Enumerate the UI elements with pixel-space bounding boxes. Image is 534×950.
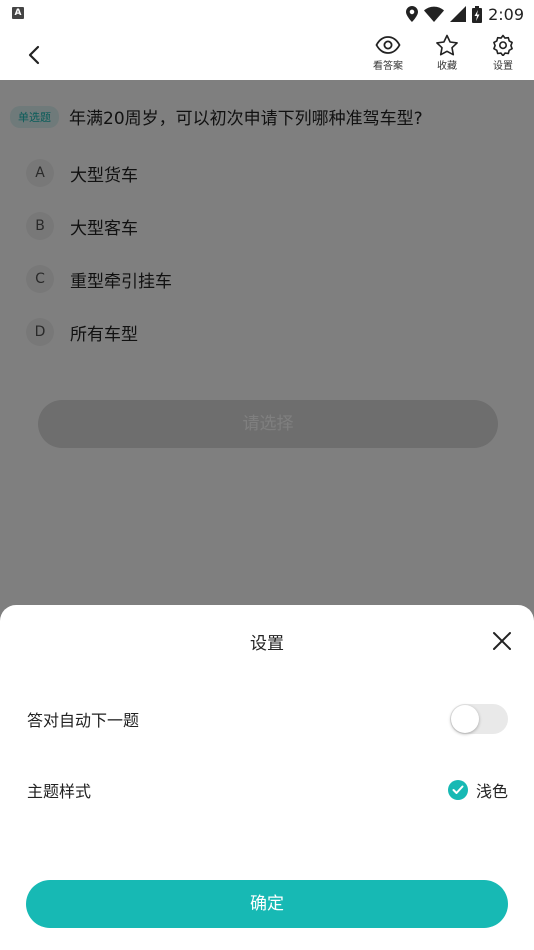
star-icon xyxy=(436,34,458,56)
settings-label: 设置 xyxy=(493,61,513,72)
notification-badge: A xyxy=(12,7,24,19)
settings-sheet: 设置 答对自动下一题 主题样式 浅色 确定 xyxy=(0,605,534,950)
auto-next-setting: 答对自动下一题 xyxy=(27,704,508,734)
favorite-button[interactable]: 收藏 xyxy=(422,34,472,76)
status-bar: A 2:09 xyxy=(0,0,534,28)
view-answer-button[interactable]: 看答案 xyxy=(363,34,413,76)
top-nav: 看答案 收藏 设置 xyxy=(0,28,534,80)
close-button[interactable] xyxy=(490,629,514,653)
view-answer-label: 看答案 xyxy=(373,61,403,72)
theme-option-label: 浅色 xyxy=(475,782,508,801)
check-circle-icon xyxy=(447,780,468,800)
close-icon xyxy=(493,632,511,650)
signal-icon xyxy=(450,6,467,22)
auto-next-label: 答对自动下一题 xyxy=(27,711,140,730)
settings-button[interactable]: 设置 xyxy=(478,34,528,76)
status-time: 2:09 xyxy=(488,4,524,24)
auto-next-toggle[interactable] xyxy=(450,704,508,734)
theme-label: 主题样式 xyxy=(27,782,92,801)
eye-icon xyxy=(375,36,401,54)
theme-setting: 主题样式 浅色 xyxy=(27,778,508,802)
toggle-knob xyxy=(451,705,479,733)
chevron-left-icon xyxy=(28,45,40,65)
sheet-title: 设置 xyxy=(250,634,284,654)
theme-option-light[interactable]: 浅色 xyxy=(447,778,508,802)
back-button[interactable] xyxy=(20,40,50,70)
wifi-icon xyxy=(424,6,445,22)
location-icon xyxy=(406,6,419,22)
gear-icon xyxy=(493,34,513,56)
favorite-label: 收藏 xyxy=(437,61,457,72)
status-icons: 2:09 xyxy=(406,4,524,24)
battery-icon xyxy=(472,5,483,23)
confirm-button[interactable]: 确定 xyxy=(26,880,508,928)
